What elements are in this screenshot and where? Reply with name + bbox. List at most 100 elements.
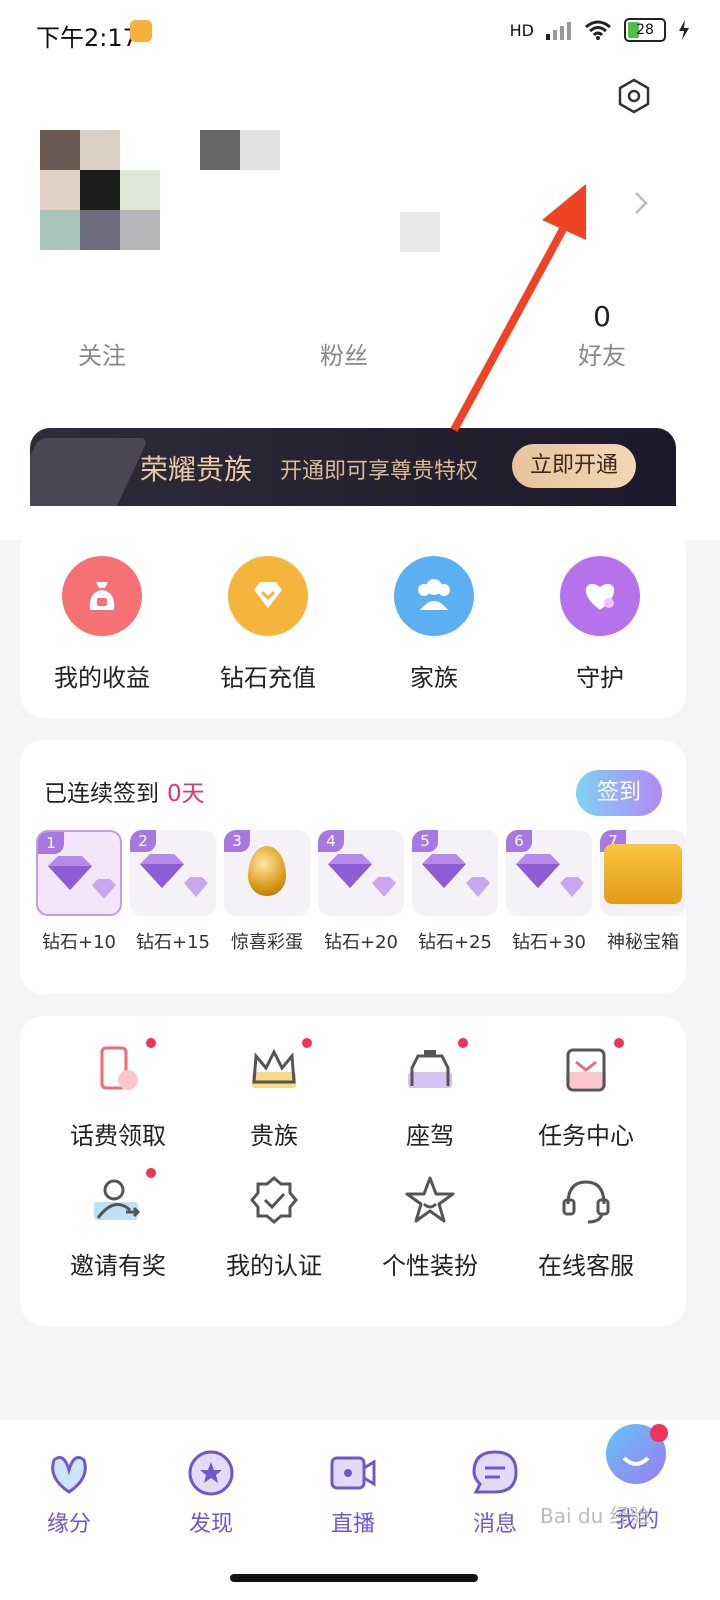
tools-card: 话费领取 贵族 座驾 任务中心 邀请有奖 我的认证 个性装扮 在线客服 — [20, 1016, 686, 1326]
diamond-icon — [92, 879, 116, 899]
charging-icon — [679, 20, 689, 40]
diamond-icon — [228, 556, 308, 636]
settings-icon[interactable] — [616, 78, 652, 114]
tool-invite[interactable]: 邀请有奖 — [38, 1168, 198, 1281]
group-icon — [394, 556, 474, 636]
tool-nobility[interactable]: 贵族 — [194, 1038, 354, 1151]
reward-day-3[interactable]: 3 惊喜彩蛋 — [224, 830, 310, 954]
tool-verification[interactable]: 我的认证 — [194, 1172, 354, 1281]
vip-decoration — [30, 438, 149, 506]
day-badge: 6 — [506, 830, 532, 852]
tab-live[interactable]: 直播 — [298, 1448, 408, 1538]
tab-fate[interactable]: 缘分 — [14, 1448, 124, 1538]
stat-friends[interactable]: 0 好友 — [522, 300, 682, 371]
tab-label: 消息 — [472, 1512, 517, 1537]
diamond-icon — [466, 877, 490, 897]
status-bar: 下午2:17 HD 28 — [0, 0, 720, 64]
username-blurred — [200, 130, 280, 170]
reward-label: 钻石+10 — [42, 932, 116, 953]
tool-dress-up[interactable]: 个性装扮 — [350, 1172, 510, 1281]
live-icon — [330, 1456, 376, 1490]
stat-following[interactable]: 关注 — [22, 300, 182, 371]
headset-icon — [556, 1172, 616, 1232]
signin-rewards: 1 钻石+10 2 钻石+15 3 惊喜彩蛋 4 钻石+20 5 钻石+25 6… — [36, 830, 686, 970]
star-icon — [400, 1172, 460, 1232]
reward-label: 钻石+20 — [324, 932, 398, 953]
reward-day-1[interactable]: 1 钻石+10 — [36, 830, 122, 954]
tool-label: 任务中心 — [538, 1122, 634, 1150]
tab-discover[interactable]: 发现 — [156, 1448, 266, 1538]
signin-card: 已连续签到 0天 签到 1 钻石+10 2 钻石+15 3 惊喜彩蛋 4 钻石+2… — [20, 740, 686, 994]
watermark: Bai du 经验 — [540, 1504, 650, 1528]
day-badge: 2 — [130, 830, 156, 852]
quick-guard[interactable]: 守护 — [520, 556, 680, 693]
reward-label: 惊喜彩蛋 — [231, 932, 303, 953]
quick-diamond-recharge[interactable]: 钻石充值 — [188, 556, 348, 693]
signin-status: 已连续签到 0天 — [44, 774, 205, 808]
reward-label: 钻石+15 — [136, 932, 210, 953]
quick-label: 我的收益 — [54, 664, 150, 692]
quick-label: 家族 — [410, 664, 458, 692]
day-badge: 3 — [224, 830, 250, 852]
tool-label: 贵族 — [250, 1122, 298, 1150]
diamond-icon — [422, 854, 466, 888]
home-indicator[interactable] — [230, 1574, 478, 1582]
stat-fans[interactable]: 粉丝 — [264, 300, 424, 371]
reward-label: 钻石+30 — [512, 932, 586, 953]
quick-my-earnings[interactable]: 我的收益 — [22, 556, 182, 693]
diamond-icon — [516, 854, 560, 888]
chevron-right-icon[interactable] — [626, 188, 656, 218]
discover-icon — [188, 1450, 234, 1496]
reward-day-7[interactable]: 7 神秘宝箱 — [600, 830, 686, 954]
tool-customer-service[interactable]: 在线客服 — [506, 1172, 666, 1281]
stat-label: 粉丝 — [320, 342, 368, 370]
signal-icon — [546, 22, 571, 40]
reward-label: 神秘宝箱 — [607, 932, 679, 953]
day-badge: 5 — [412, 830, 438, 852]
car-icon — [400, 1038, 468, 1102]
battery-level: 28 — [636, 22, 654, 38]
signin-button[interactable]: 签到 — [576, 770, 662, 816]
task-icon — [556, 1038, 624, 1102]
stat-number — [264, 300, 424, 336]
signin-text: 已连续签到 — [44, 781, 159, 807]
vip-title: 荣耀贵族 — [140, 453, 253, 486]
vip-banner[interactable]: 荣耀贵族 开通即可享尊贵特权 立即开通 — [30, 428, 676, 506]
tool-phone-bill[interactable]: 话费领取 — [38, 1038, 198, 1151]
tab-messages[interactable]: 消息 — [440, 1448, 550, 1538]
reward-day-4[interactable]: 4 钻石+20 — [318, 830, 404, 954]
vip-subtitle: 开通即可享尊贵特权 — [280, 459, 479, 484]
money-bag-icon — [62, 556, 142, 636]
vip-open-button[interactable]: 立即开通 — [512, 444, 636, 488]
reward-day-6[interactable]: 6 钻石+30 — [506, 830, 592, 954]
day-badge: 1 — [38, 832, 64, 854]
quick-actions-card: 我的收益 钻石充值 家族 守护 — [20, 526, 686, 718]
tool-label: 个性装扮 — [382, 1252, 478, 1280]
user-id-blurred — [400, 212, 440, 252]
reward-label: 钻石+25 — [418, 932, 492, 953]
tool-label: 邀请有奖 — [70, 1252, 166, 1280]
message-icon — [472, 1450, 518, 1494]
diamond-icon — [140, 854, 184, 888]
diamond-icon — [328, 854, 372, 888]
reward-day-2[interactable]: 2 钻石+15 — [130, 830, 216, 954]
stat-label: 关注 — [78, 342, 126, 370]
battery-icon: 28 — [624, 18, 666, 42]
heart-icon — [560, 556, 640, 636]
reward-day-5[interactable]: 5 钻石+25 — [412, 830, 498, 954]
diamond-icon — [560, 877, 584, 897]
profile-stats: 关注 粉丝 0 好友 — [0, 300, 720, 380]
quick-family[interactable]: 家族 — [354, 556, 514, 693]
treasure-chest-icon — [604, 844, 682, 904]
crown-icon — [244, 1038, 312, 1102]
stat-label: 好友 — [578, 342, 626, 370]
avatar[interactable] — [40, 130, 160, 250]
quick-label: 守护 — [576, 664, 624, 692]
diamond-icon — [372, 877, 396, 897]
tool-label: 我的认证 — [226, 1252, 322, 1280]
tool-task-center[interactable]: 任务中心 — [506, 1038, 666, 1151]
wifi-icon — [585, 20, 611, 40]
tool-mount[interactable]: 座驾 — [350, 1038, 510, 1151]
tab-label: 直播 — [330, 1512, 375, 1537]
notification-dot — [650, 1424, 668, 1442]
